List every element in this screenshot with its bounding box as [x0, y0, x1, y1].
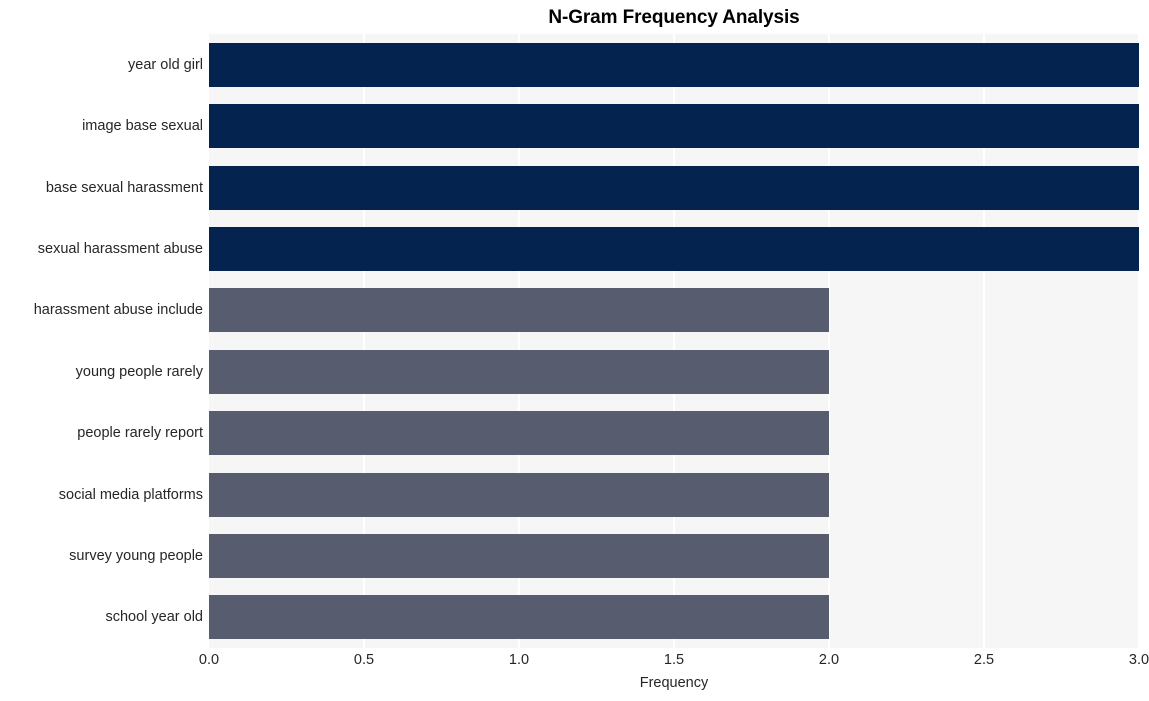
- y-axis-tick-label: people rarely report: [77, 425, 203, 442]
- y-axis-tick-label: sexual harassment abuse: [37, 240, 203, 257]
- plot-area: [209, 34, 1140, 648]
- bar-row: [209, 165, 1139, 210]
- bar[interactable]: [209, 165, 1139, 210]
- y-axis-tick-label: survey young people: [69, 547, 203, 564]
- chart-title: N-Gram Frequency Analysis: [548, 7, 800, 28]
- bar-row: [209, 42, 1139, 87]
- y-axis-tick-label: harassment abuse include: [33, 302, 203, 319]
- x-axis-tick-label: 2.0: [818, 652, 840, 668]
- bar[interactable]: [209, 595, 829, 640]
- x-axis-tick-label: 0.0: [198, 652, 220, 668]
- bar[interactable]: [209, 288, 829, 333]
- bar-row: [209, 104, 1139, 149]
- bar[interactable]: [209, 226, 1139, 271]
- x-axis-tick-label: 2.5: [973, 652, 995, 668]
- x-axis-tick-labels: 0.0 0.5 1.0 1.5 2.0 2.5 3.0: [199, 652, 1149, 673]
- y-axis-tick-label: school year old: [105, 609, 203, 626]
- bar-row: [209, 472, 1139, 517]
- x-axis-tick-label: 1.5: [663, 652, 685, 668]
- bars-layer: [209, 34, 1139, 648]
- chart-figure: N-Gram Frequency Analysis year old girl i…: [0, 0, 1149, 701]
- x-axis-tick-label: 1.0: [508, 652, 530, 668]
- bar[interactable]: [209, 533, 829, 578]
- bar[interactable]: [209, 472, 829, 517]
- bar[interactable]: [209, 104, 1139, 149]
- y-axis-tick-label: young people rarely: [75, 363, 203, 380]
- bar-row: [209, 595, 1139, 640]
- bar-row: [209, 288, 1139, 333]
- bar-row: [209, 411, 1139, 456]
- x-axis-title: Frequency: [639, 675, 709, 691]
- x-axis-tick-label: 3.0: [1128, 652, 1149, 668]
- bar[interactable]: [209, 411, 829, 456]
- bar-row: [209, 226, 1139, 271]
- x-axis-tick-label: 0.5: [353, 652, 375, 668]
- y-axis-tick-label: year old girl: [128, 56, 203, 73]
- bar-row: [209, 349, 1139, 394]
- bar[interactable]: [209, 349, 829, 394]
- y-axis-tick-label: social media platforms: [58, 486, 203, 503]
- y-axis-tick-labels: year old girl image base sexual base sexua…: [0, 34, 203, 648]
- y-axis-tick-label: base sexual harassment: [45, 179, 203, 196]
- bar[interactable]: [209, 42, 1139, 87]
- y-axis-tick-label: image base sexual: [82, 118, 203, 135]
- bar-row: [209, 533, 1139, 578]
